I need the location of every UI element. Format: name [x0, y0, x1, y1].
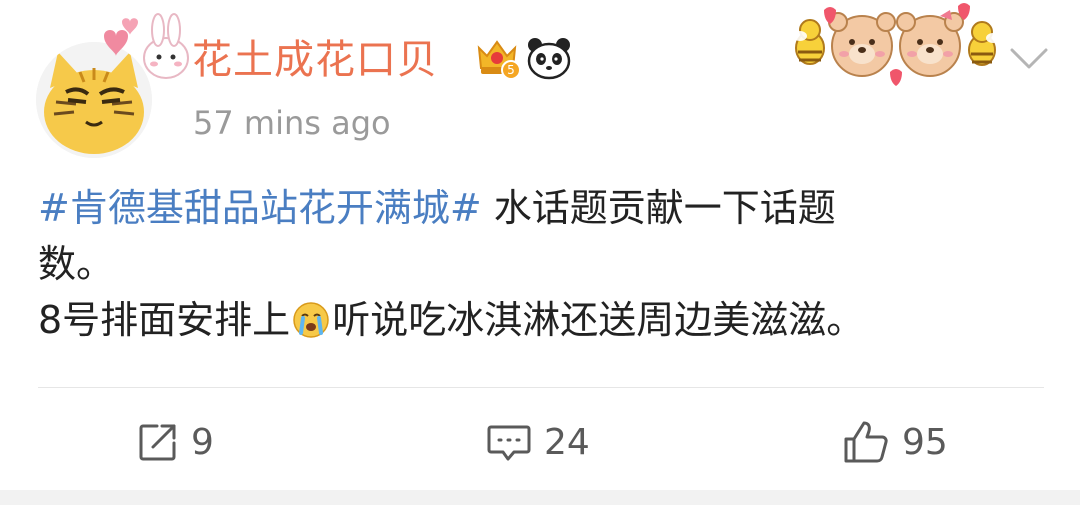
repost-icon	[137, 421, 179, 463]
chevron-down-icon[interactable]	[1008, 42, 1050, 74]
like-button[interactable]: 95	[842, 414, 948, 470]
content-line-2: 数。	[38, 236, 1038, 292]
card-separator	[0, 490, 1080, 505]
crown-badge-icon[interactable]: 5	[473, 34, 521, 82]
divider	[38, 387, 1044, 388]
thumbs-up-icon	[842, 419, 890, 465]
like-count: 95	[902, 421, 948, 463]
avatar-container[interactable]	[36, 13, 189, 158]
comment-count: 24	[544, 421, 590, 463]
content-text: 8号排面安排上	[38, 298, 291, 342]
repost-button[interactable]: 9	[137, 414, 214, 470]
weibo-post-card: 花土成花口贝 5 57 mins ago #肯德基甜品站花开满城# 水话题贡献一…	[0, 0, 1080, 505]
comment-icon	[486, 421, 532, 463]
avatar-decoration-bunny	[88, 10, 198, 90]
post-timestamp: 57 mins ago	[193, 104, 391, 142]
svg-text:5: 5	[507, 63, 515, 77]
crying-face-emoji-icon	[292, 298, 330, 338]
panda-icon[interactable]	[526, 36, 572, 80]
comment-button[interactable]: 24	[486, 414, 590, 470]
content-text: 听说吃冰淇淋还送周边美滋滋。	[332, 298, 865, 342]
post-content: #肯德基甜品站花开满城# 水话题贡献一下话题 数。 8号排面安排上 听说吃冰淇淋还…	[38, 180, 1038, 348]
username[interactable]: 花土成花口贝	[192, 34, 438, 86]
content-text: 数。	[38, 242, 115, 286]
content-line-1: #肯德基甜品站花开满城# 水话题贡献一下话题	[38, 180, 1038, 236]
hashtag-link[interactable]: #肯德基甜品站花开满城#	[38, 186, 482, 230]
card-decoration-bears	[790, 2, 1002, 86]
content-line-3: 8号排面安排上 听说吃冰淇淋还送周边美滋滋。	[38, 292, 1038, 348]
content-text: 水话题贡献一下话题	[481, 186, 836, 230]
repost-count: 9	[191, 421, 214, 463]
